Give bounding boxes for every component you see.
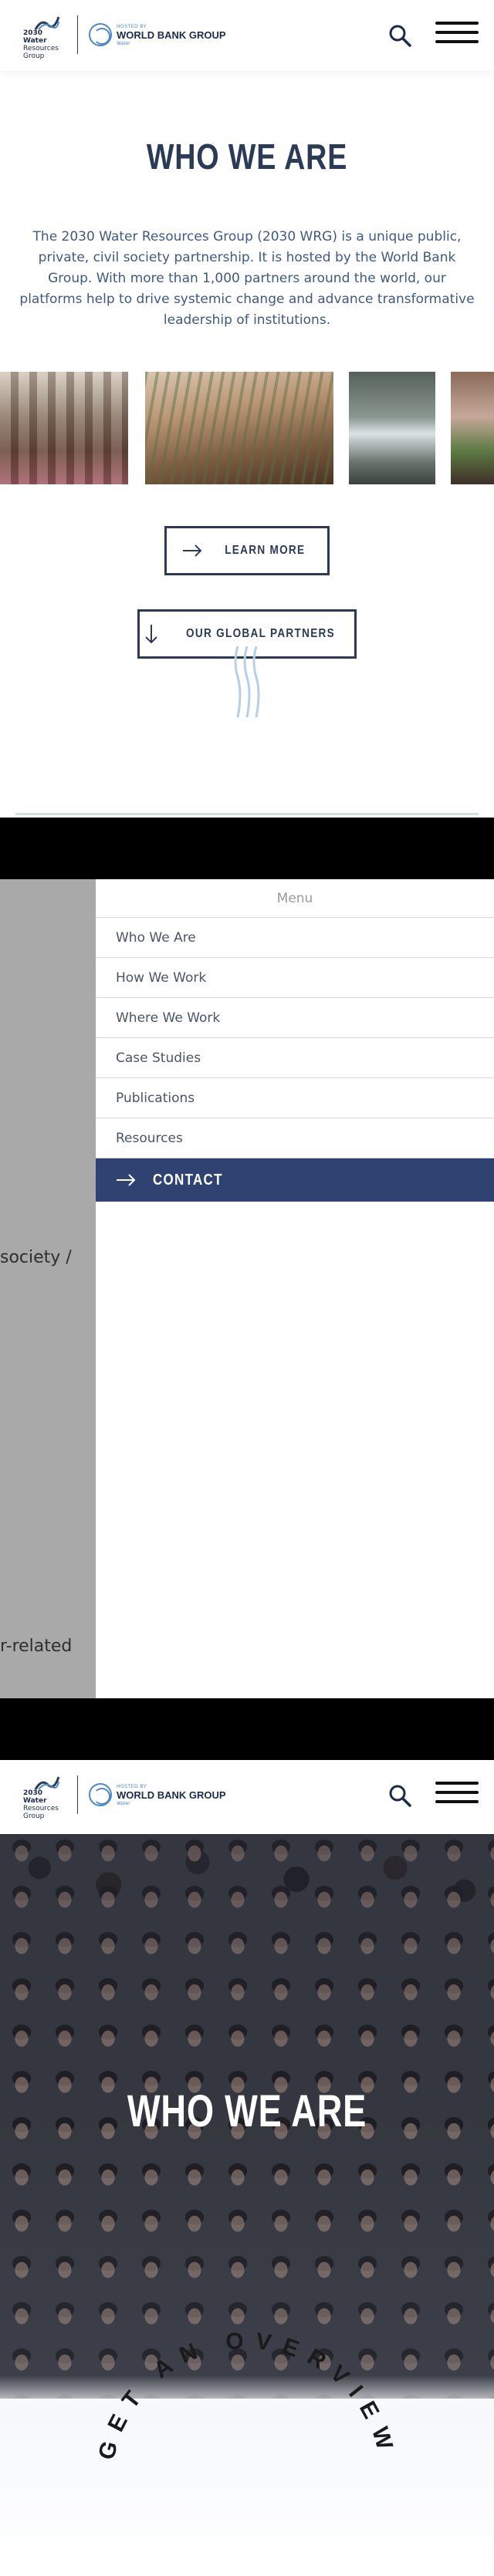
backdrop-text-1: society / bbox=[0, 1248, 72, 1267]
site-header-2: 2030 Water Resources Group HOSTED BY WOR… bbox=[0, 1760, 494, 1831]
learn-more-button[interactable]: LEARN MORE bbox=[164, 526, 330, 575]
menu-item-case-studies[interactable]: Case Studies bbox=[96, 1038, 494, 1078]
logo-line-4: Group bbox=[23, 52, 45, 60]
logo-group-2[interactable]: 2030 Water Resources Group HOSTED BY WOR… bbox=[22, 1774, 226, 1820]
menu-heading: Menu bbox=[96, 879, 494, 918]
wbg-name: WORLD BANK GROUP bbox=[117, 1789, 226, 1801]
hosted-by-label: HOSTED BY bbox=[117, 1783, 147, 1789]
logo-line-1: 2030 bbox=[23, 29, 43, 37]
menu-backdrop[interactable]: society / r-related bbox=[0, 879, 96, 1698]
wave-logo-icon bbox=[34, 1776, 60, 1790]
wrg-logo: 2030 Water Resources Group bbox=[22, 14, 63, 60]
hamburger-icon[interactable] bbox=[435, 1782, 479, 1809]
learn-more-label: LEARN MORE bbox=[224, 544, 306, 557]
wave-logo-icon bbox=[34, 16, 60, 30]
search-icon[interactable] bbox=[386, 1782, 414, 1809]
photo-irrigated-field bbox=[145, 372, 333, 484]
photo-group-people bbox=[0, 372, 128, 484]
hamburger-icon[interactable] bbox=[435, 22, 479, 49]
logo-group[interactable]: 2030 Water Resources Group HOSTED BY WOR… bbox=[22, 14, 226, 60]
page-title: WHO WE ARE bbox=[146, 137, 348, 177]
logo-line-3: Resources bbox=[23, 1805, 59, 1812]
intro-paragraph: The 2030 Water Resources Group (2030 WRG… bbox=[19, 229, 475, 328]
wbg-name: WORLD BANK GROUP bbox=[117, 29, 226, 41]
logo-line-2: Water bbox=[23, 37, 47, 45]
backdrop-text-2: r-related bbox=[0, 1637, 73, 1656]
globe-icon bbox=[89, 23, 112, 46]
arrow-down-icon bbox=[145, 625, 158, 644]
menu-item-publications[interactable]: Publications bbox=[96, 1078, 494, 1118]
menu-item-how-we-work[interactable]: How We Work bbox=[96, 958, 494, 998]
logo-line-4: Group bbox=[23, 1812, 45, 1820]
logo-divider bbox=[77, 15, 78, 54]
wrg-logo-2: 2030 Water Resources Group bbox=[22, 1774, 63, 1820]
logo-line-3: Resources bbox=[23, 45, 59, 52]
globe-icon bbox=[89, 1783, 112, 1806]
world-bank-logo-2: HOSTED BY WORLD BANK GROUP Water bbox=[89, 1783, 226, 1806]
arrow-right-icon bbox=[182, 545, 202, 557]
wbg-sub: Water bbox=[117, 1800, 130, 1806]
section-divider bbox=[15, 813, 479, 815]
menu-item-resources[interactable]: Resources bbox=[96, 1118, 494, 1158]
get-overview-link[interactable]: GET AN OVERVIEW bbox=[77, 2329, 417, 2499]
wbg-sub: Water bbox=[117, 40, 130, 46]
hero-title: WHO WE ARE bbox=[127, 2086, 367, 2136]
hosted-by-label: HOSTED BY bbox=[117, 23, 147, 29]
site-header: 2030 Water Resources Group HOSTED BY WOR… bbox=[0, 0, 494, 71]
photo-seedlings bbox=[451, 372, 494, 484]
black-band-bottom bbox=[0, 1698, 494, 1760]
world-bank-logo: HOSTED BY WORLD BANK GROUP Water bbox=[89, 23, 226, 46]
menu-contact-button[interactable]: CONTACT bbox=[96, 1158, 494, 1202]
menu-panel: Menu Who We Are How We Work Where We Wor… bbox=[96, 879, 494, 1698]
overview-label: GET AN OVERVIEW bbox=[93, 2329, 389, 2463]
logo-line-2: Water bbox=[23, 1797, 47, 1805]
black-band-top bbox=[0, 818, 494, 879]
arrow-right-icon bbox=[117, 1174, 136, 1186]
menu-item-who-we-are[interactable]: Who We Are bbox=[96, 918, 494, 958]
global-partners-label: OUR GLOBAL PARTNERS bbox=[186, 627, 336, 640]
photo-water-flow bbox=[349, 372, 435, 484]
menu-item-where-we-work[interactable]: Where We Work bbox=[96, 998, 494, 1038]
logo-line-1: 2030 bbox=[23, 1789, 43, 1797]
contact-label: CONTACT bbox=[153, 1171, 223, 1189]
search-icon[interactable] bbox=[386, 22, 414, 49]
logo-divider bbox=[77, 1775, 78, 1814]
svg-text:GET AN OVERVIEW: GET AN OVERVIEW bbox=[93, 2329, 400, 2463]
water-lines-icon bbox=[234, 646, 260, 717]
